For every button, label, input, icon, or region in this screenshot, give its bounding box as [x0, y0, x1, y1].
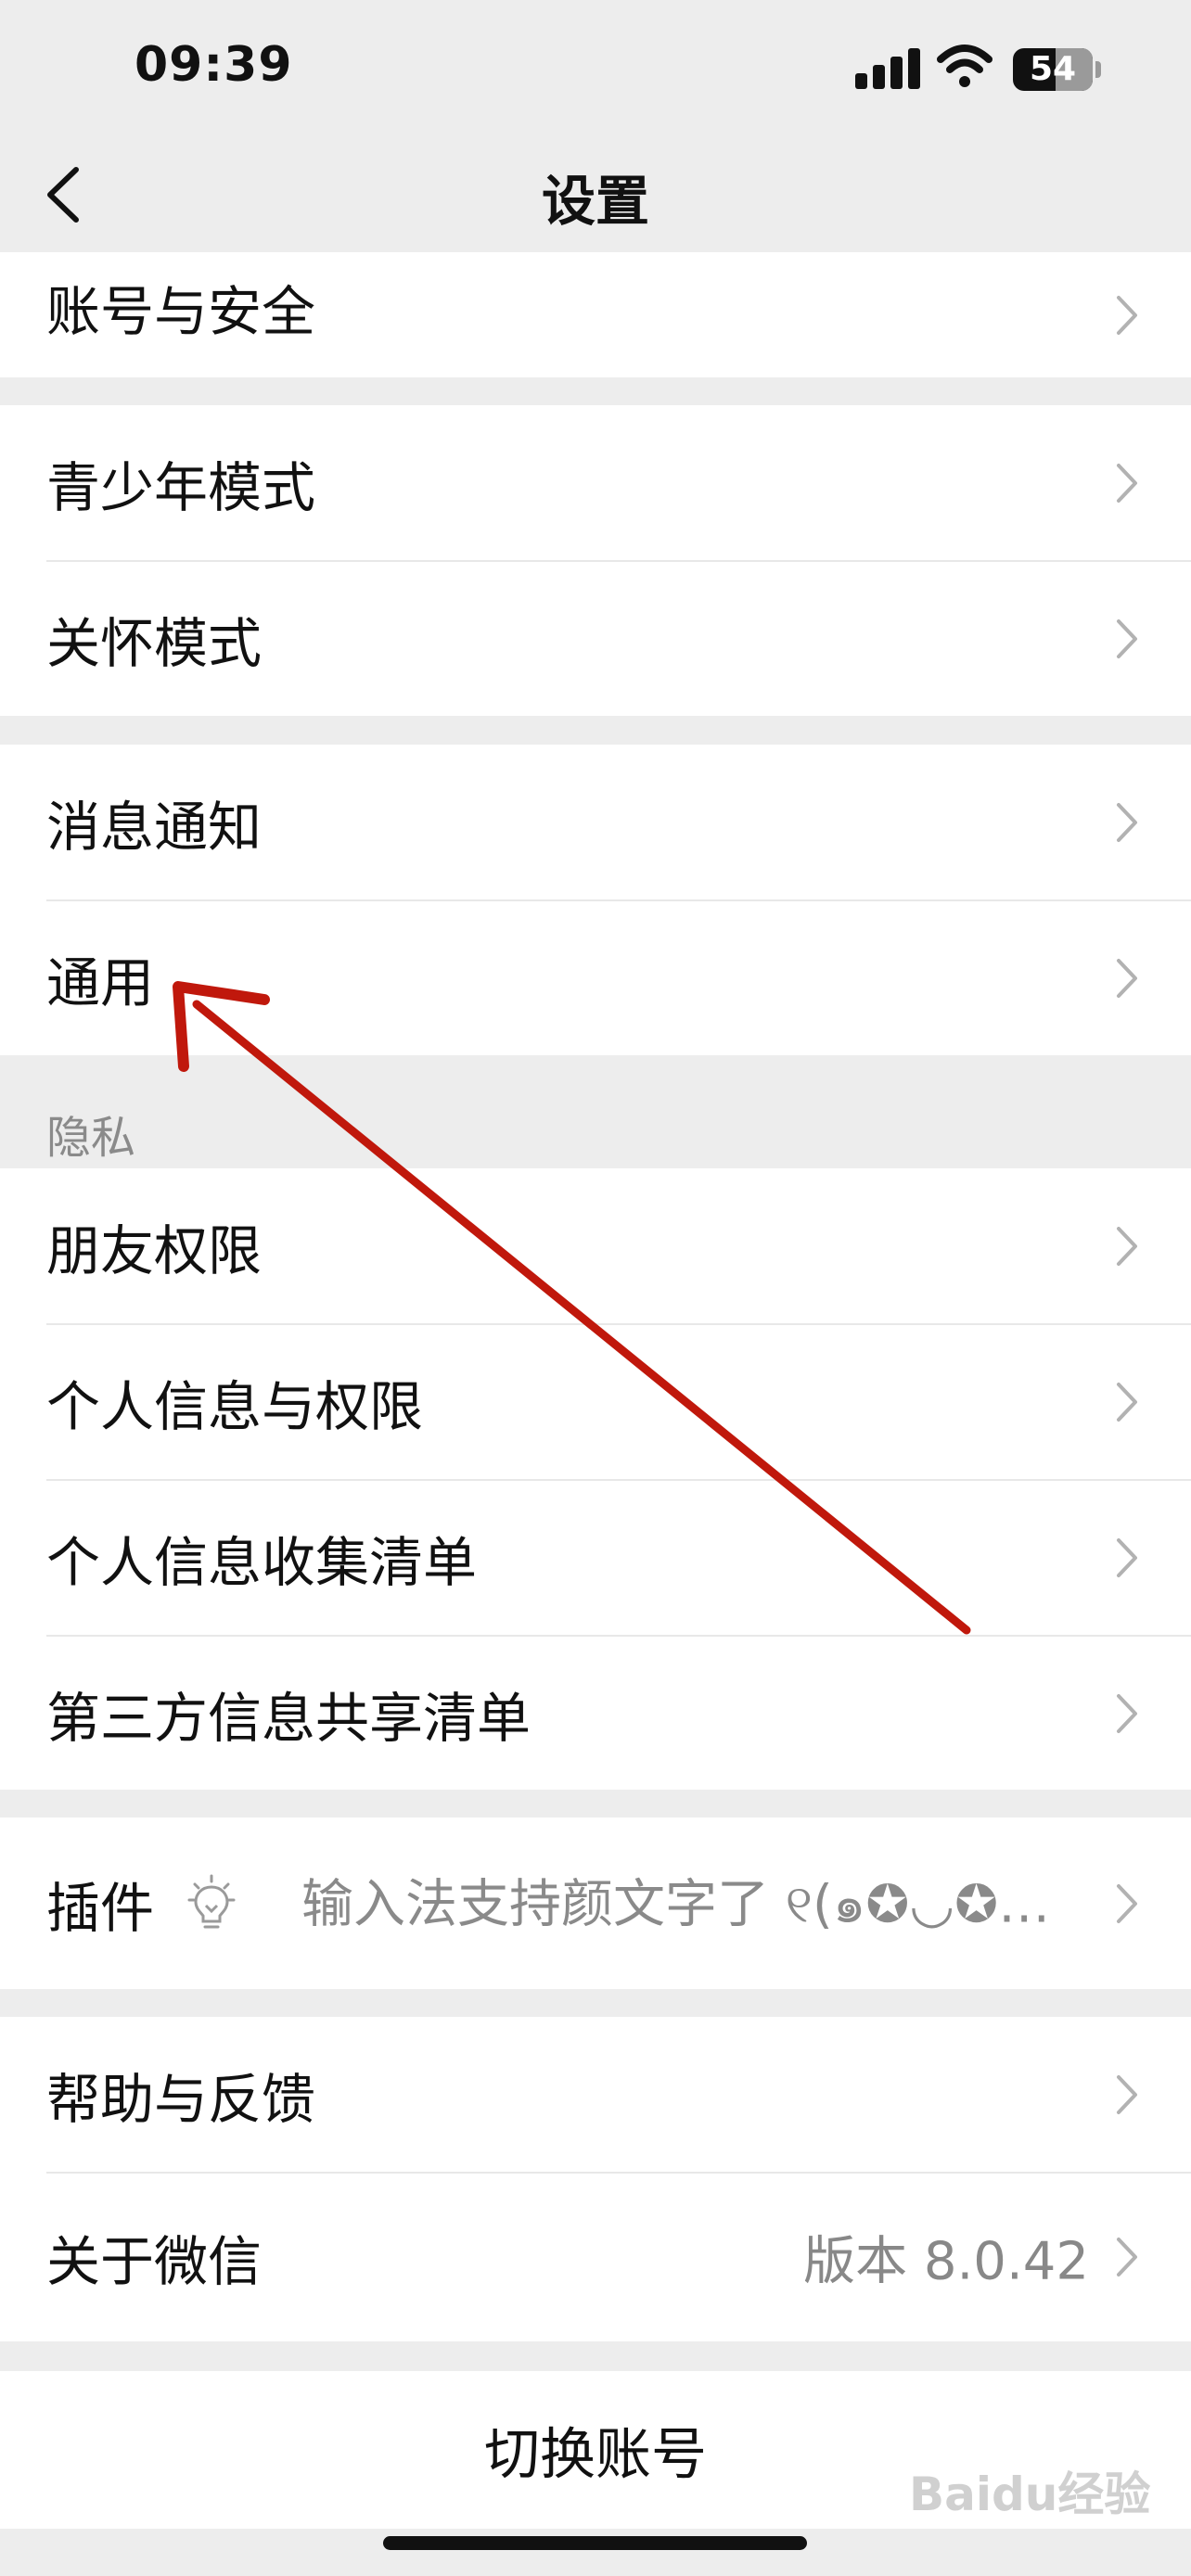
version-value: 版本 8.0.42 [803, 2231, 1089, 2292]
lightbulb-icon [187, 1874, 236, 1928]
page-title: 设置 [541, 170, 649, 233]
plugins-item[interactable]: 插件 输入法支持颜文字了 ୧(๑✪◡✪๑)୨ [0, 1817, 1191, 1989]
watermark: Baidu经验 [909, 2468, 1151, 2521]
plugins-label: 插件 [46, 1876, 155, 1940]
chevron-right-icon [1117, 2075, 1137, 2114]
third-party-sharing-item[interactable]: 第三方信息共享清单 [0, 1636, 1191, 1792]
chevron-right-icon [1117, 803, 1137, 842]
battery-icon: 54 [1013, 48, 1093, 91]
battery-cap [1095, 61, 1101, 78]
chevron-right-icon [1117, 619, 1137, 658]
notifications-label: 消息通知 [46, 796, 263, 859]
wifi-icon [937, 45, 992, 87]
personal-info-permissions-item[interactable]: 个人信息与权限 [0, 1324, 1191, 1480]
chevron-right-icon [1117, 295, 1137, 335]
teen-mode-item[interactable]: 青少年模式 [0, 405, 1191, 561]
third-party-sharing-label: 第三方信息共享清单 [46, 1687, 531, 1750]
account-group: 账号与安全 [0, 252, 1191, 377]
status-time: 09:39 [134, 37, 293, 93]
account-security-label: 账号与安全 [46, 280, 316, 344]
about-wechat-item[interactable]: 关于微信 版本 8.0.42 [0, 2173, 1191, 2341]
about-wechat-label: 关于微信 [46, 2230, 263, 2293]
general-item[interactable]: 通用 [0, 900, 1191, 1056]
chevron-right-icon [1117, 959, 1137, 998]
notify-general-group: 消息通知 通用 [0, 745, 1191, 1055]
chevron-right-icon [1117, 1883, 1137, 1923]
personal-info-collection-item[interactable]: 个人信息收集清单 [0, 1480, 1191, 1636]
modes-group: 青少年模式 关怀模式 [0, 405, 1191, 716]
cellular-signal-icon [855, 46, 922, 89]
plugins-group: 插件 输入法支持颜文字了 ୧(๑✪◡✪๑)୨ [0, 1817, 1191, 1989]
help-feedback-item[interactable]: 帮助与反馈 [0, 2017, 1191, 2173]
status-bar: 09:39 54 [0, 0, 1191, 139]
help-feedback-label: 帮助与反馈 [46, 2068, 316, 2131]
navigation-bar: 设置 [0, 139, 1191, 252]
chevron-right-icon [1117, 1227, 1137, 1266]
chevron-right-icon [1117, 1383, 1137, 1422]
privacy-group: 朋友权限 个人信息与权限 个人信息收集清单 第三方信息共享清单 [0, 1168, 1191, 1790]
care-mode-label: 关怀模式 [46, 612, 263, 675]
battery-level: 54 [1029, 50, 1077, 88]
personal-info-collection-label: 个人信息收集清单 [46, 1531, 478, 1594]
notifications-item[interactable]: 消息通知 [0, 745, 1191, 900]
home-indicator[interactable] [383, 2536, 807, 2550]
teen-mode-label: 青少年模式 [46, 456, 316, 519]
personal-info-permissions-label: 个人信息与权限 [46, 1375, 424, 1438]
chevron-right-icon [1117, 1538, 1137, 1577]
chevron-right-icon [1117, 1694, 1137, 1733]
help-about-group: 帮助与反馈 关于微信 版本 8.0.42 [0, 2017, 1191, 2341]
chevron-right-icon [1117, 2238, 1137, 2276]
chevron-right-icon [1117, 464, 1137, 503]
privacy-section-header: 隐私 [46, 1112, 136, 1164]
general-label: 通用 [46, 951, 155, 1014]
plugins-hint: 输入法支持颜文字了 ୧(๑✪◡✪๑)୨ [301, 1874, 1071, 1934]
friend-permissions-item[interactable]: 朋友权限 [0, 1168, 1191, 1324]
care-mode-item[interactable]: 关怀模式 [0, 561, 1191, 717]
account-security-item[interactable]: 账号与安全 [0, 252, 1191, 377]
friend-permissions-label: 朋友权限 [46, 1219, 263, 1282]
